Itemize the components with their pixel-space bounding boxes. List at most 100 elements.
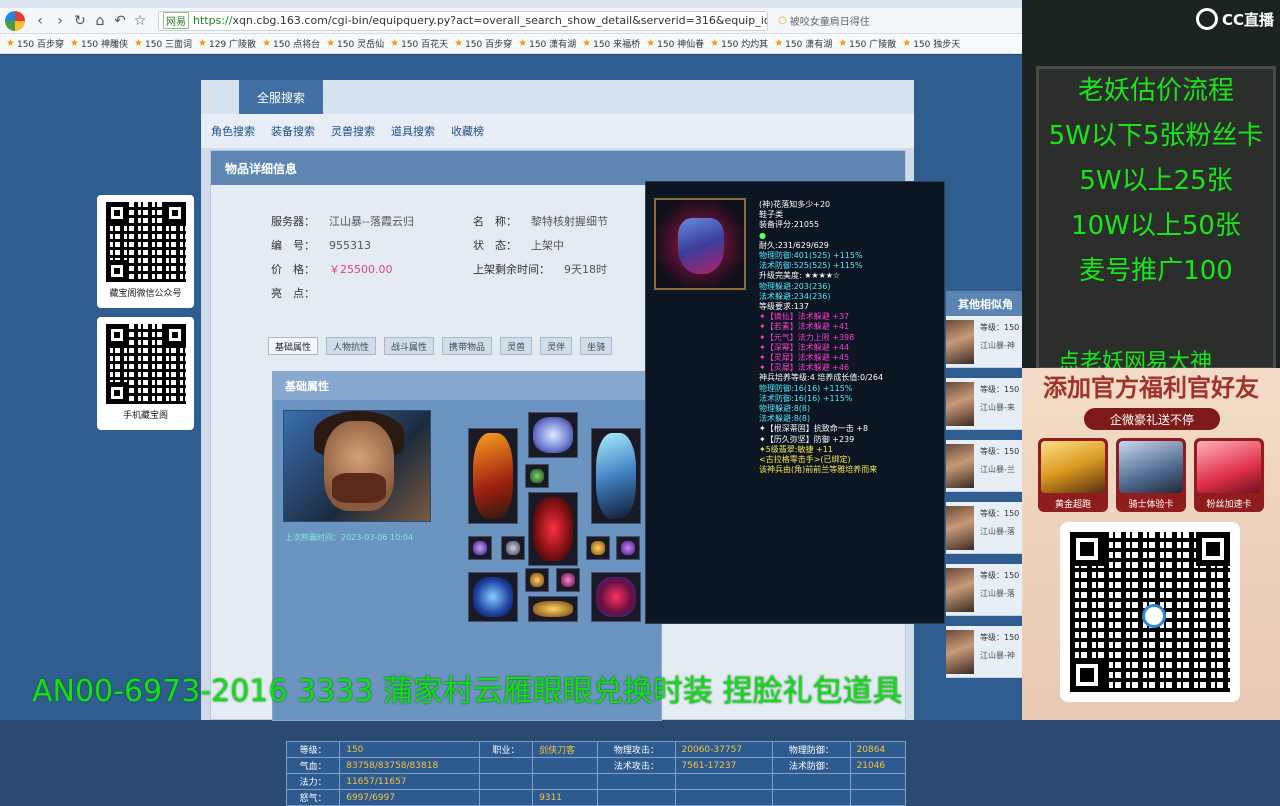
weapon-slot[interactable] bbox=[468, 428, 518, 524]
bookmark-item[interactable]: ★ 150 灼灼其 bbox=[710, 37, 768, 50]
bookmark-icon: ★ bbox=[454, 38, 464, 49]
role-level: 等级：150 bbox=[980, 385, 1020, 394]
similar-role-item[interactable]: 等级：150 江山暴-落 bbox=[946, 502, 1022, 554]
item-tooltip: (神)花落知多少+20 鞋子类 装备评分:21055 ● 耐久:231/629/629 物… bbox=[645, 181, 945, 624]
treasure-slot[interactable] bbox=[528, 596, 578, 622]
role-server: 江山暴-神 bbox=[980, 341, 1015, 350]
bookmark-label: 150 百花天 bbox=[401, 40, 449, 50]
bookmark-label: 150 来福桥 bbox=[593, 40, 641, 50]
bookmark-item[interactable]: ★ 150 百花天 bbox=[390, 37, 448, 50]
top-tab-strip: 全服搜索 bbox=[201, 80, 914, 114]
accessory-slot[interactable] bbox=[525, 464, 549, 488]
similar-role-item[interactable]: 等级：150 江山暴-神 bbox=[946, 316, 1022, 368]
server-row: 服务器： 江山暴--落霞云归 bbox=[271, 213, 414, 229]
stats-cell bbox=[478, 757, 534, 774]
bookmark-icon: ★ bbox=[582, 38, 592, 49]
bookmark-item[interactable]: ★ 150 广陵散 bbox=[838, 37, 896, 50]
bookmark-item[interactable]: ★ 150 潇有湖 bbox=[518, 37, 576, 50]
tooltip-line: (神)花落知多少+20 bbox=[759, 200, 831, 209]
role-avatar bbox=[946, 506, 974, 550]
similar-role-item[interactable]: 等级：150 江山暴-来 bbox=[946, 378, 1022, 430]
qr-label-wechat: 藏宝阁微信公众号 bbox=[109, 289, 182, 299]
bookmark-item[interactable]: ★ 150 来福桥 bbox=[582, 37, 640, 50]
role-avatar bbox=[946, 568, 974, 612]
helmet-slot[interactable] bbox=[528, 412, 578, 458]
role-level: 等级：150 bbox=[980, 633, 1020, 642]
url-scheme: https:// bbox=[193, 14, 233, 27]
home-icon[interactable]: ⌂ bbox=[90, 11, 110, 31]
stats-cell: 等级： bbox=[285, 741, 341, 758]
armor-slot[interactable] bbox=[528, 492, 578, 566]
undo-icon[interactable]: ↶ bbox=[110, 11, 130, 31]
boots-item-icon bbox=[654, 198, 746, 290]
stats-cell: 法力： bbox=[285, 773, 341, 790]
tab-inventory[interactable]: 携带物品 bbox=[442, 337, 493, 355]
back-icon[interactable]: ‹ bbox=[30, 11, 50, 31]
tab-resistance[interactable]: 人物抗性 bbox=[326, 337, 377, 355]
time-row: 上架剩余时间： 9天18时 bbox=[473, 261, 607, 277]
forward-icon[interactable]: › bbox=[50, 11, 70, 31]
link-favorites[interactable]: 收藏榜 bbox=[451, 123, 484, 139]
browser-logo-icon[interactable] bbox=[0, 8, 30, 34]
star-icon[interactable]: ☆ bbox=[130, 11, 150, 31]
promo-qr-code[interactable] bbox=[1060, 522, 1240, 702]
tab-pet[interactable]: 灵兽 bbox=[500, 337, 533, 355]
bookmark-item[interactable]: ★ 150 灵岳仙 bbox=[326, 37, 384, 50]
link-item-search[interactable]: 道具搜索 bbox=[391, 123, 435, 139]
role-server: 江山暴-兰 bbox=[980, 465, 1015, 474]
reload-icon[interactable]: ↻ bbox=[70, 11, 90, 31]
bookmark-item[interactable]: ★ 150 神仙眷 bbox=[646, 37, 704, 50]
qr-card-mobile: 手机藏宝阁 bbox=[97, 317, 194, 430]
ring-slot-2[interactable] bbox=[501, 536, 525, 560]
belt-slot[interactable] bbox=[468, 572, 518, 622]
bookmark-item[interactable]: ★ 150 百步穿 bbox=[454, 37, 512, 50]
link-equip-search[interactable]: 装备搜索 bbox=[271, 123, 315, 139]
cc-live-logo: CC直播 bbox=[1196, 8, 1274, 30]
promo-card-label: 骑士体验卡 bbox=[1128, 500, 1174, 510]
bookmark-item[interactable]: ★ 150 独步天 bbox=[902, 37, 960, 50]
stats-cell: 物理攻击： bbox=[597, 741, 676, 758]
wechat-qr-code[interactable] bbox=[105, 202, 186, 282]
gem-slot-1[interactable] bbox=[525, 568, 549, 592]
mobile-qr-code[interactable] bbox=[105, 324, 186, 404]
offhand-slot[interactable] bbox=[591, 428, 641, 524]
stats-cell: 11657/11657 bbox=[339, 773, 480, 790]
bookmark-icon: ★ bbox=[134, 38, 143, 49]
role-level: 等级：150 bbox=[980, 571, 1020, 580]
id-row: 编 号： 955313 bbox=[271, 237, 371, 253]
bookmark-label: 150 灵岳仙 bbox=[337, 40, 385, 50]
bookmark-item[interactable]: ★ 129 广陵散 bbox=[198, 37, 256, 50]
bookmark-item[interactable]: ★ 150 神雕侠 bbox=[70, 37, 128, 50]
promo-card-knight[interactable]: 骑士体验卡 bbox=[1116, 438, 1186, 512]
bookmark-label: 150 神雕侠 bbox=[80, 40, 129, 50]
ring-slot-1[interactable] bbox=[468, 536, 492, 560]
amulet-slot-1[interactable] bbox=[586, 536, 610, 560]
tab-combat-attr[interactable]: 战斗属性 bbox=[384, 337, 435, 355]
name-value: 黎特核射握细节 bbox=[531, 215, 608, 228]
bookmark-item[interactable]: ★ 150 点将台 bbox=[262, 37, 320, 50]
similar-role-item[interactable]: 等级：150 江山暴-落 bbox=[946, 564, 1022, 616]
tab-basic-attr[interactable]: 基础属性 bbox=[268, 337, 319, 355]
tooltip-line: 神兵培养等级:4 培养成长值:0/264 bbox=[759, 373, 884, 383]
stats-cell bbox=[772, 789, 851, 806]
bookmark-item[interactable]: ★ 150 潇有湖 bbox=[774, 37, 832, 50]
tab-companion[interactable]: 灵伴 bbox=[540, 337, 573, 355]
bookmark-item[interactable]: ★ 150 百步穿 bbox=[6, 37, 64, 50]
browser-tab-strip bbox=[0, 0, 1022, 8]
stats-cell bbox=[478, 773, 534, 790]
promo-card-fan-boost[interactable]: 粉丝加速卡 bbox=[1194, 438, 1264, 512]
link-pet-search[interactable]: 灵兽搜索 bbox=[331, 123, 375, 139]
amulet-slot-2[interactable] bbox=[616, 536, 640, 560]
promo-card-supercar[interactable]: 黄金超跑 bbox=[1038, 438, 1108, 512]
link-role-search[interactable]: 角色搜索 bbox=[211, 123, 255, 139]
tab-all-server-search[interactable]: 全服搜索 bbox=[239, 80, 323, 114]
similar-role-item[interactable]: 等级：150 江山暴-神 bbox=[946, 626, 1022, 678]
boots-slot[interactable] bbox=[591, 572, 641, 622]
search-suggestion[interactable]: ○ 被咬女童肩日得住 bbox=[778, 13, 870, 28]
bookmark-item[interactable]: ★ 150 三面词 bbox=[134, 37, 192, 50]
similar-role-item[interactable]: 等级：150 江山暴-兰 bbox=[946, 440, 1022, 492]
url-input[interactable]: 网易 https:// xqn.cbg.163.com/cgi-bin/equi… bbox=[158, 10, 768, 31]
tab-mount[interactable]: 坐骑 bbox=[580, 337, 613, 355]
gem-slot-2[interactable] bbox=[556, 568, 580, 592]
wecom-icon bbox=[1142, 604, 1166, 628]
